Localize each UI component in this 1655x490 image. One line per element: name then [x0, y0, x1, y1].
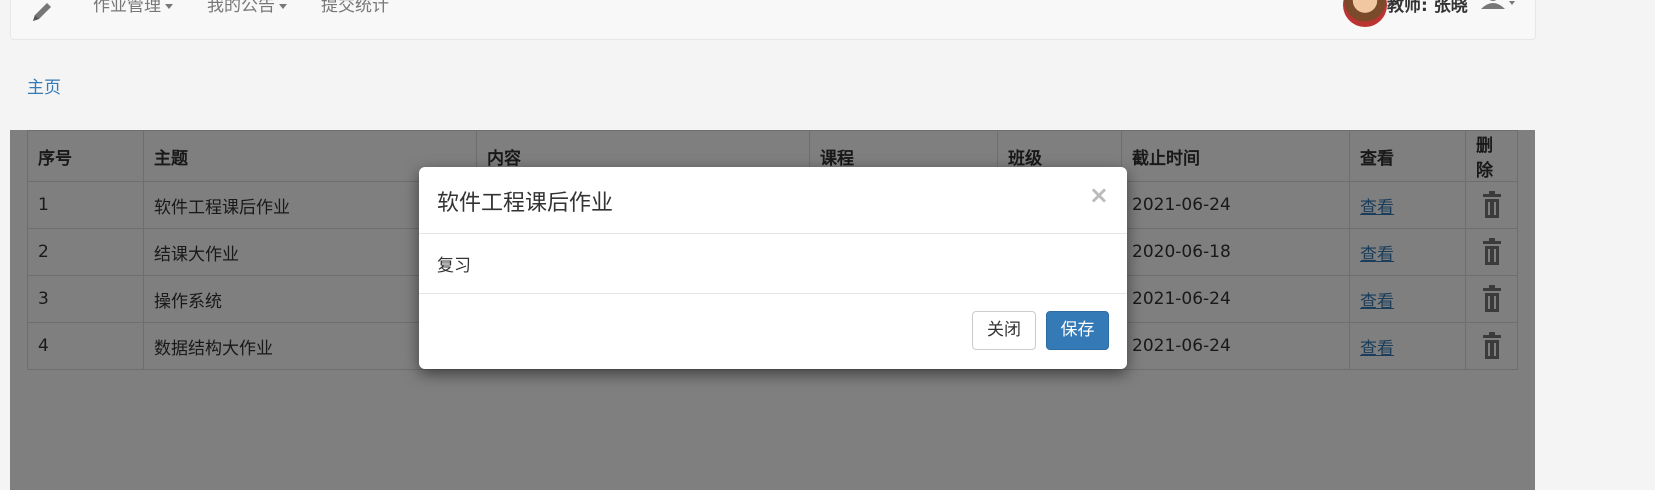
nav-homework-label: 作业管理: [93, 0, 161, 16]
nav-homework-menu[interactable]: 作业管理: [93, 0, 173, 16]
homework-detail-modal: 软件工程课后作业 × 复习 关闭 保存: [419, 167, 1127, 369]
nav-notice-label: 我的公告: [207, 0, 275, 16]
nav-stats-label: 提交统计: [321, 0, 389, 16]
modal-body: 复习: [419, 234, 1127, 294]
close-icon[interactable]: ×: [1089, 181, 1109, 209]
chevron-down-icon: [165, 3, 173, 9]
pencil-icon[interactable]: [27, 0, 57, 27]
modal-header: 软件工程课后作业 ×: [419, 167, 1127, 234]
nav-stats-link[interactable]: 提交统计: [321, 0, 389, 16]
teacher-name: 教师: 张晓: [1387, 0, 1468, 16]
save-button[interactable]: 保存: [1046, 311, 1109, 350]
chevron-down-icon: [279, 3, 287, 9]
close-button[interactable]: 关闭: [972, 311, 1036, 350]
modal-title: 软件工程课后作业: [437, 191, 614, 216]
breadcrumb-home[interactable]: 主页: [27, 73, 61, 98]
nav-notice-menu[interactable]: 我的公告: [207, 0, 287, 16]
top-navbar: 作业管理 我的公告 提交统计 教师: 张晓: [10, 0, 1536, 40]
user-icon[interactable]: [1479, 0, 1519, 17]
modal-content-text: 复习: [437, 256, 471, 276]
avatar[interactable]: [1343, 0, 1387, 27]
